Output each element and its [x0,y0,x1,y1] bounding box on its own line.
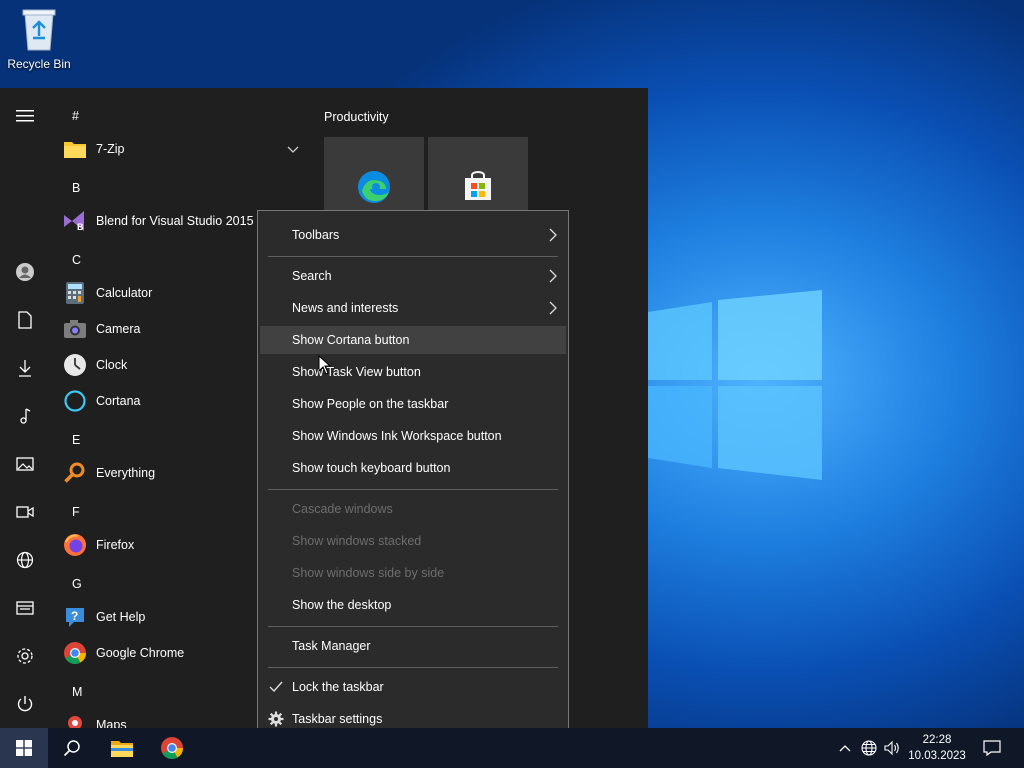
svg-text:?: ? [71,609,78,623]
mouse-cursor-icon [318,355,332,375]
taskbar-context-menu: Toolbars Search News and interests Show … [257,210,569,743]
app-7-zip[interactable]: 7-Zip [62,134,310,164]
chrome-icon [161,737,183,759]
chevron-up-icon [839,745,851,752]
chevron-down-icon[interactable] [287,143,299,157]
videos-icon[interactable] [13,500,37,524]
search-button[interactable] [48,728,96,768]
menu-item-search[interactable]: Search [260,262,566,290]
taskbar-clock[interactable]: 22:28 10.03.2023 [904,732,970,764]
tray-volume[interactable] [881,728,903,768]
network-globe-icon [861,740,877,756]
menu-item-show-people[interactable]: Show People on the taskbar [260,390,566,418]
clock-date: 10.03.2023 [908,750,966,762]
user-icon[interactable] [13,260,37,284]
downloads-icon[interactable] [13,356,37,380]
svg-text:B: B [77,222,84,232]
menu-item-show-windows-ink[interactable]: Show Windows Ink Workspace button [260,422,566,450]
action-center-icon [983,740,1001,756]
recycle-bin-label: Recycle Bin [7,57,71,71]
menu-item-toolbars[interactable]: Toolbars [260,221,566,249]
calculator-icon [62,280,88,306]
tray-network[interactable] [858,728,880,768]
search-magnifier-icon [62,460,88,486]
taskbar: 22:28 10.03.2023 [0,728,1024,768]
menu-separator [268,256,558,257]
menu-separator [268,489,558,490]
letter-header[interactable]: G [72,577,82,591]
tray-overflow[interactable] [834,728,856,768]
music-icon[interactable] [13,404,37,428]
settings-icon[interactable] [13,644,37,668]
windows-logo-wallpaper [648,290,822,480]
action-center-button[interactable] [976,728,1008,768]
menu-separator [268,667,558,668]
chevron-right-icon [549,228,557,242]
menu-item-news-and-interests[interactable]: News and interests [260,294,566,322]
file-explorer-icon [111,741,133,757]
documents-icon[interactable] [13,308,37,332]
file-explorer-icon[interactable] [13,596,37,620]
menu-item-show-windows-side-by-side: Show windows side by side [292,566,445,580]
letter-header[interactable]: # [72,109,79,123]
letter-header[interactable]: C [72,253,81,267]
taskbar-chrome[interactable] [148,728,196,768]
letter-header[interactable]: B [72,181,80,195]
menu-item-show-task-view-button[interactable]: Show Task View button [260,358,566,386]
chrome-icon [62,640,88,666]
menu-item-show-cortana-button[interactable]: Show Cortana button [260,326,566,354]
menu-item-cascade-windows: Cascade windows [292,502,393,516]
store-icon [465,171,491,200]
start-windows-icon [16,740,32,756]
blend-icon: B [62,208,88,234]
chevron-right-icon [549,269,557,283]
get-help-icon: ? [62,604,88,630]
checkmark-icon [269,681,283,693]
camera-icon [62,316,88,342]
menu-item-task-manager[interactable]: Task Manager [260,632,566,660]
letter-header[interactable]: F [72,505,80,519]
tiles-group-label[interactable]: Productivity [324,110,389,124]
chevron-right-icon [549,301,557,315]
clock-time: 22:28 [922,734,952,746]
start-rail [0,88,50,728]
letter-header[interactable]: E [72,433,80,447]
menu-item-show-touch-keyboard[interactable]: Show touch keyboard button [260,454,566,482]
network-icon[interactable] [13,548,37,572]
volume-icon [884,740,899,756]
power-icon[interactable] [13,692,37,716]
menu-item-lock-the-taskbar[interactable]: Lock the taskbar [260,673,566,701]
cortana-icon [62,388,88,414]
folder-icon [62,136,88,162]
menu-item-show-the-desktop[interactable]: Show the desktop [260,591,566,619]
gear-icon [268,711,284,727]
menu-item-show-windows-stacked: Show windows stacked [292,534,422,548]
start-button[interactable] [0,728,48,768]
pictures-icon[interactable] [13,452,37,476]
taskbar-file-explorer[interactable] [98,728,146,768]
hamburger-menu-icon[interactable] [13,104,37,128]
letter-header[interactable]: M [72,685,82,699]
clock-icon [62,352,88,378]
menu-separator [268,626,558,627]
firefox-icon [62,532,88,558]
edge-icon [358,171,390,203]
maps-icon [62,712,88,728]
search-icon [63,740,80,757]
recycle-bin[interactable]: Recycle Bin [4,6,74,71]
recycle-bin-icon [22,9,56,51]
